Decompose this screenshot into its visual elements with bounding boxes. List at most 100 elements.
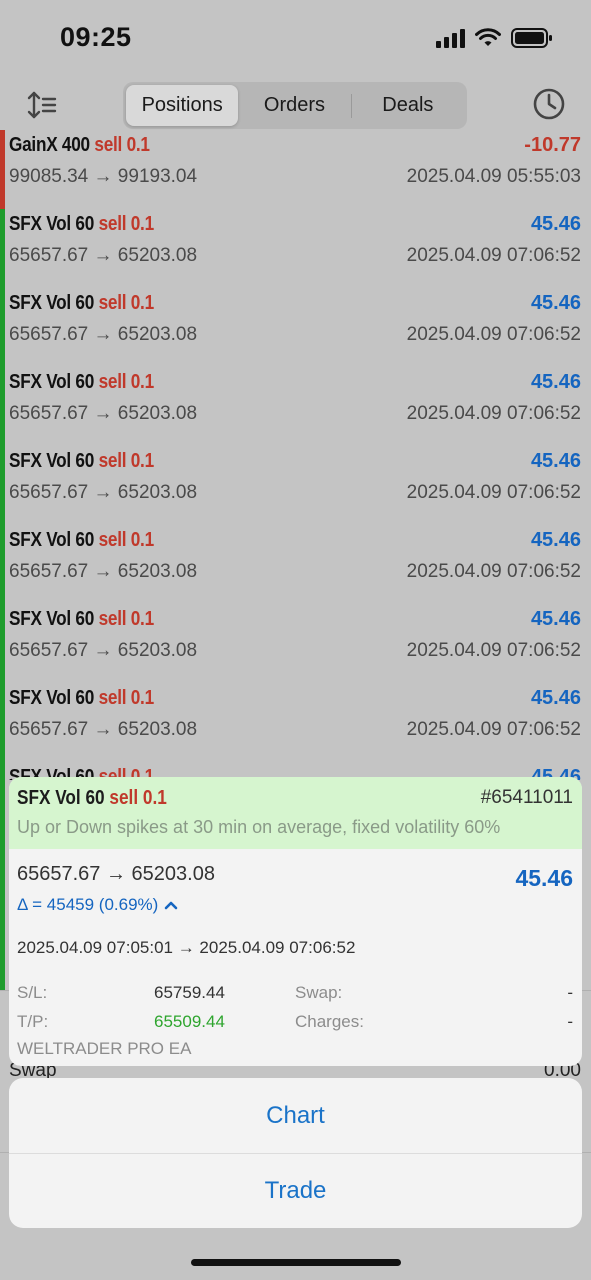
chart-button[interactable]: Chart — [9, 1078, 582, 1153]
detail-type: sell 0.1 — [109, 787, 167, 809]
position-time: 2025.04.09 07:06:52 — [406, 561, 581, 582]
charges-label: Charges: — [295, 1012, 364, 1031]
position-prices: 99085.34 → 99193.04 — [9, 166, 198, 187]
clock-icon — [533, 88, 565, 120]
position-side-indicator — [0, 525, 5, 604]
detail-symbol-line: SFX Vol 60 sell 0.1 — [17, 787, 167, 810]
position-type: sell 0.1 — [98, 292, 155, 314]
position-symbol: SFX Vol 60 — [9, 687, 95, 709]
position-symbol: SFX Vol 60 — [9, 371, 95, 393]
home-indicator — [191, 1259, 401, 1266]
position-symbol-line: SFX Vol 60 sell 0.1 — [9, 371, 154, 394]
position-symbol: GainX 400 — [9, 134, 90, 156]
position-type: sell 0.1 — [98, 213, 155, 235]
position-type: sell 0.1 — [94, 134, 150, 156]
position-row[interactable]: SFX Vol 60 sell 0.1 45.46 65657.67 → 65203… — [0, 288, 591, 367]
position-symbol: SFX Vol 60 — [9, 608, 95, 630]
detail-header: SFX Vol 60 sell 0.1 #65411011 Up or Down… — [9, 777, 582, 849]
position-prices: 65657.67 → 65203.08 — [9, 245, 198, 266]
position-time: 2025.04.09 07:06:52 — [406, 482, 581, 503]
sort-button[interactable] — [26, 90, 58, 120]
position-type: sell 0.1 — [98, 608, 155, 630]
swap-label: Swap: — [295, 983, 343, 1002]
tab-orders[interactable]: Orders — [238, 85, 350, 126]
position-symbol-line: SFX Vol 60 sell 0.1 — [9, 608, 154, 631]
position-symbol-line: SFX Vol 60 sell 0.1 — [9, 687, 154, 710]
position-profit: 45.46 — [530, 687, 581, 709]
position-symbol-line: GainX 400 sell 0.1 — [9, 134, 150, 157]
detail-times: 2025.04.09 07:05:01 → 2025.04.09 07:06:5… — [17, 938, 356, 957]
position-side-indicator — [0, 367, 5, 446]
tab-deals[interactable]: Deals — [352, 85, 464, 126]
detail-description: Up or Down spikes at 30 min on average, … — [17, 817, 501, 837]
position-side-indicator — [0, 446, 5, 525]
charges-value: - — [567, 1012, 573, 1031]
detail-prices: 65657.67 → 65203.08 — [17, 863, 215, 885]
position-profit: 45.46 — [530, 529, 581, 551]
position-row[interactable]: GainX 400 sell 0.1 -10.77 99085.34 → 99193… — [0, 130, 591, 209]
tab-bar: Positions Orders Deals — [123, 82, 467, 129]
position-symbol: SFX Vol 60 — [9, 213, 95, 235]
position-profit: 45.46 — [530, 292, 581, 314]
detail-delta[interactable]: Δ = 45459 (0.69%) — [17, 895, 178, 915]
position-type: sell 0.1 — [98, 529, 155, 551]
position-prices: 65657.67 → 65203.08 — [9, 403, 198, 424]
position-symbol-line: SFX Vol 60 sell 0.1 — [9, 213, 154, 236]
position-side-indicator — [0, 780, 5, 990]
position-time: 2025.04.09 07:06:52 — [406, 403, 581, 424]
position-time: 2025.04.09 07:06:52 — [406, 245, 581, 266]
battery-icon — [511, 28, 553, 48]
position-detail-card: SFX Vol 60 sell 0.1 #65411011 Up or Down… — [9, 777, 582, 1066]
position-profit: -10.77 — [524, 134, 581, 156]
history-button[interactable] — [531, 86, 567, 122]
detail-profit: 45.46 — [515, 865, 573, 891]
swap-value: - — [567, 983, 573, 1002]
position-symbol-line: SFX Vol 60 sell 0.1 — [9, 529, 154, 552]
position-symbol-line: SFX Vol 60 sell 0.1 — [9, 292, 154, 315]
tab-positions[interactable]: Positions — [126, 85, 239, 126]
sort-icon — [27, 91, 57, 119]
position-row[interactable]: SFX Vol 60 sell 0.1 45.46 65657.67 → 65203… — [0, 604, 591, 683]
position-prices: 65657.67 → 65203.08 — [9, 482, 198, 503]
position-symbol: SFX Vol 60 — [9, 292, 95, 314]
position-type: sell 0.1 — [98, 450, 155, 472]
sl-value: 65759.44 — [154, 983, 225, 1002]
position-prices: 65657.67 → 65203.08 — [9, 324, 198, 345]
position-side-indicator — [0, 683, 5, 762]
position-row[interactable]: SFX Vol 60 sell 0.1 45.46 65657.67 → 65203… — [0, 367, 591, 446]
position-symbol: SFX Vol 60 — [9, 450, 95, 472]
detail-symbol: SFX Vol 60 — [17, 787, 105, 809]
position-row[interactable]: SFX Vol 60 sell 0.1 45.46 65657.67 → 65203… — [0, 525, 591, 604]
position-symbol-line: SFX Vol 60 sell 0.1 — [9, 450, 154, 473]
detail-delta-text: Δ = 45459 (0.69%) — [17, 895, 159, 914]
position-profit: 45.46 — [530, 608, 581, 630]
position-profit: 45.46 — [530, 213, 581, 235]
status-time: 09:25 — [60, 22, 132, 52]
chevron-up-icon — [165, 901, 178, 910]
status-icons — [436, 28, 553, 48]
position-side-indicator — [0, 604, 5, 683]
position-type: sell 0.1 — [98, 687, 155, 709]
detail-ticket: #65411011 — [480, 787, 573, 808]
position-row[interactable]: SFX Vol 60 sell 0.1 45.46 65657.67 → 65203… — [0, 209, 591, 288]
position-prices: 65657.67 → 65203.08 — [9, 561, 198, 582]
position-side-indicator — [0, 288, 5, 367]
position-time: 2025.04.09 05:55:03 — [406, 166, 581, 187]
tp-value: 65509.44 — [154, 1012, 225, 1031]
position-profit: 45.46 — [530, 450, 581, 472]
position-row[interactable]: SFX Vol 60 sell 0.1 45.46 65657.67 → 65203… — [0, 446, 591, 525]
wifi-icon — [475, 28, 501, 48]
trade-button[interactable]: Trade — [9, 1153, 582, 1228]
position-profit: 45.46 — [530, 371, 581, 393]
position-time: 2025.04.09 07:06:52 — [406, 324, 581, 345]
position-side-indicator — [0, 130, 5, 209]
position-type: sell 0.1 — [98, 371, 155, 393]
position-row[interactable]: SFX Vol 60 sell 0.1 45.46 65657.67 → 65203… — [0, 683, 591, 762]
position-prices: 65657.67 → 65203.08 — [9, 640, 198, 661]
position-time: 2025.04.09 07:06:52 — [406, 640, 581, 661]
position-side-indicator — [0, 209, 5, 288]
position-symbol: SFX Vol 60 — [9, 529, 95, 551]
position-prices: 65657.67 → 65203.08 — [9, 719, 198, 740]
tp-label: T/P: — [17, 1012, 49, 1031]
position-time: 2025.04.09 07:06:52 — [406, 719, 581, 740]
